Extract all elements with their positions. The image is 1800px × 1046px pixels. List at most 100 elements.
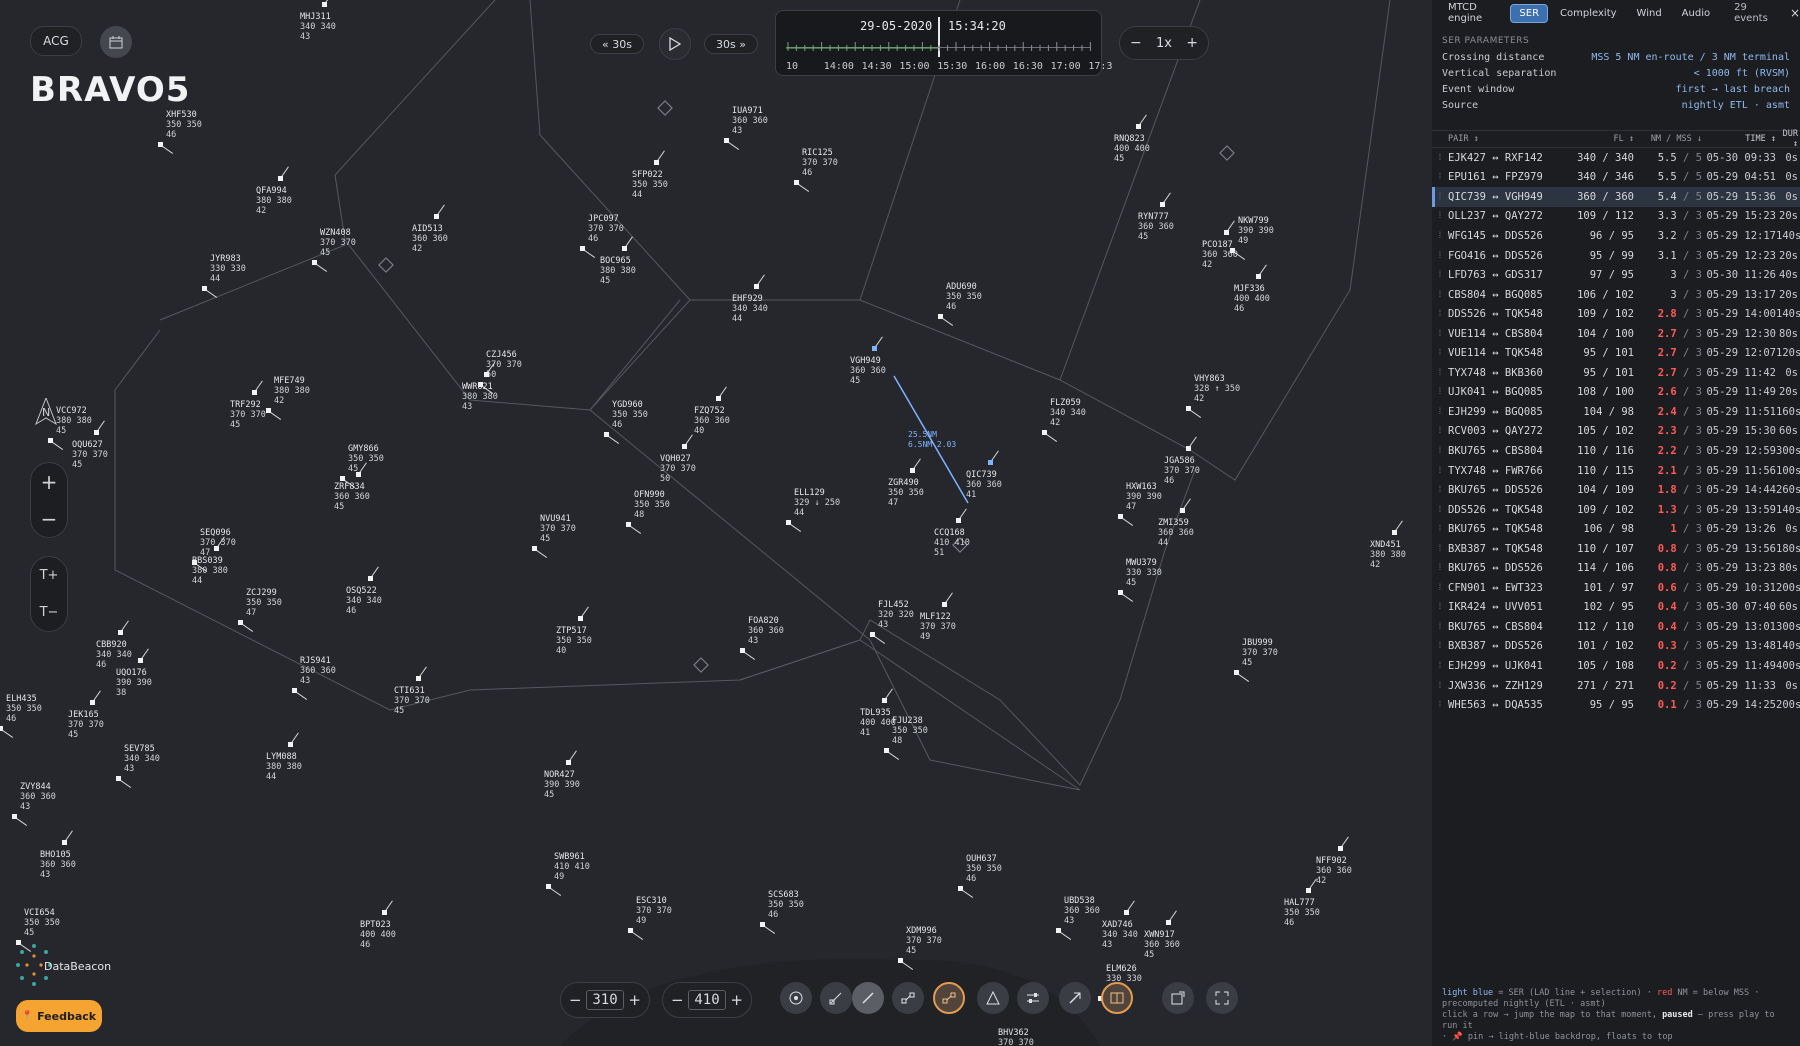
aircraft-label[interactable]: ADU690 350 350 46	[938, 282, 982, 326]
aircraft-label[interactable]: ZRF834 360 360 45	[334, 462, 370, 512]
aircraft-position-marker[interactable]	[292, 688, 297, 693]
aircraft-position-marker[interactable]	[870, 632, 875, 637]
table-row[interactable]: ⁞ FGO416 ↔ DDS526 95 / 99 3.1 / 3 05-29 12:2…	[1432, 246, 1800, 266]
pin-icon[interactable]: ⁞	[1432, 407, 1448, 417]
link-tool[interactable]	[892, 982, 924, 1014]
pin-icon[interactable]: ⁞	[1432, 368, 1448, 378]
aircraft-position-marker[interactable]	[958, 886, 963, 891]
table-row[interactable]: ⁞ EJH299 ↔ BGQ085 104 / 98 2.4 / 3 05-29 11:…	[1432, 402, 1800, 422]
aircraft-label[interactable]: IUA971 360 360 43	[724, 106, 768, 150]
aircraft-label[interactable]: CBB920 340 340 46	[96, 620, 132, 670]
speed-minus-button[interactable]: −	[1130, 35, 1142, 51]
aircraft-position-marker[interactable]	[740, 648, 745, 653]
aircraft-position-marker[interactable]	[1234, 670, 1239, 675]
aircraft-label[interactable]: BHV362 370 370	[998, 1028, 1034, 1046]
aircraft-position-marker[interactable]	[322, 2, 327, 7]
aircraft-label[interactable]: ELL129 329 ↓ 250 44	[786, 488, 840, 532]
aircraft-position-marker[interactable]	[760, 922, 765, 927]
aircraft-position-marker[interactable]	[238, 620, 243, 625]
fullscreen-tool[interactable]	[1206, 982, 1238, 1014]
aircraft-label[interactable]: FJU238 350 350 48	[884, 716, 928, 760]
aircraft-label[interactable]: MWU379 330 330 45	[1118, 558, 1162, 602]
pin-icon[interactable]: ⁞	[1432, 524, 1448, 534]
aircraft-label[interactable]: OSQ522 340 340 46	[346, 566, 382, 616]
aircraft-position-marker[interactable]	[626, 522, 631, 527]
table-row[interactable]: ⁞ LFD763 ↔ GDS317 97 / 95 3 / 3 05-30 11:26 4…	[1432, 265, 1800, 285]
aircraft-label[interactable]: NOR427 390 390 45	[544, 750, 580, 800]
aircraft-position-marker[interactable]	[546, 884, 551, 889]
vector-tool[interactable]	[1059, 982, 1091, 1014]
measure-tool[interactable]	[852, 982, 884, 1014]
aircraft-position-marker[interactable]	[1306, 888, 1311, 893]
table-row[interactable]: ⁞ EJK427 ↔ RXF142 340 / 340 5.5 / 5 05-30 09…	[1432, 148, 1800, 168]
filter-tool[interactable]	[1017, 982, 1049, 1014]
pin-icon[interactable]: ⁞	[1432, 172, 1448, 182]
pin-icon[interactable]: ⁞	[1432, 309, 1448, 319]
col-pair[interactable]: PAIR ↕	[1448, 134, 1566, 144]
pair-tool[interactable]	[933, 982, 965, 1014]
aircraft-position-marker[interactable]	[1136, 124, 1141, 129]
aircraft-label[interactable]: JEK165 370 370 45	[68, 690, 104, 740]
text-smaller-button[interactable]: T−	[40, 605, 59, 620]
aircraft-position-marker[interactable]	[94, 430, 99, 435]
aircraft-label[interactable]: XAD746 340 340 43	[1102, 900, 1138, 950]
table-row[interactable]: ⁞ EPU161 ↔ FPZ979 340 / 346 5.5 / 5 05-29 04…	[1432, 168, 1800, 188]
aircraft-position-marker[interactable]	[434, 214, 439, 219]
table-row[interactable]: ⁞ BKU765 ↔ CBS804 110 / 116 2.2 / 3 05-29 12…	[1432, 441, 1800, 461]
aircraft-label[interactable]: BPT023 400 400 46	[360, 900, 396, 950]
aircraft-label[interactable]: HXW163 390 390 47	[1118, 482, 1162, 526]
aircraft-position-marker[interactable]	[580, 246, 585, 251]
table-row[interactable]: ⁞ IKR424 ↔ UVV051 102 / 95 0.4 / 3 05-30 07:…	[1432, 598, 1800, 618]
aircraft-position-marker[interactable]	[882, 698, 887, 703]
aircraft-label[interactable]: TRF292 370 370 45	[230, 380, 266, 430]
aircraft-label[interactable]: EHF929 340 340 44	[732, 274, 768, 324]
aircraft-label[interactable]: NVU941 370 370 45	[532, 514, 576, 558]
pin-icon[interactable]: ⁞	[1432, 446, 1448, 456]
aircraft-label[interactable]: FOA820 360 360 43	[740, 616, 784, 660]
rewind-button[interactable]: « 30s	[590, 34, 644, 54]
aircraft-position-marker[interactable]	[266, 408, 271, 413]
play-button[interactable]	[659, 28, 691, 60]
pin-icon[interactable]: ⁞	[1432, 270, 1448, 280]
table-row[interactable]: ⁞ VUE114 ↔ CBS804 104 / 100 2.7 / 3 05-29 12…	[1432, 324, 1800, 344]
aircraft-position-marker[interactable]	[682, 444, 687, 449]
aircraft-position-marker[interactable]	[1118, 514, 1123, 519]
table-row[interactable]: ⁞ CBS804 ↔ BGQ085 106 / 102 3 / 3 05-29 13:1…	[1432, 285, 1800, 305]
table-row[interactable]: ⁞ UJK041 ↔ BGQ085 108 / 100 2.6 / 3 05-29 11…	[1432, 383, 1800, 403]
pin-icon[interactable]: ⁞	[1432, 153, 1448, 163]
aircraft-label[interactable]: UQO176 390 390 38	[116, 648, 152, 698]
table-row[interactable]: ⁞ WFG145 ↔ DDS526 96 / 95 3.2 / 3 05-29 12:1…	[1432, 226, 1800, 246]
aircraft-position-marker[interactable]	[622, 246, 627, 251]
aircraft-position-marker[interactable]	[138, 658, 143, 663]
table-row[interactable]: ⁞ BKU765 ↔ CBS804 112 / 110 0.4 / 3 05-29 13…	[1432, 617, 1800, 637]
aircraft-position-marker[interactable]	[988, 460, 993, 465]
tab-mtcd-engine[interactable]: MTCD engine	[1440, 0, 1506, 27]
aircraft-position-marker[interactable]	[118, 630, 123, 635]
table-row[interactable]: ⁞ RCV003 ↔ QAY272 105 / 102 2.3 / 3 05-29 15…	[1432, 422, 1800, 442]
table-row[interactable]: ⁞ BXB387 ↔ TQK548 110 / 107 0.8 / 3 05-29 13…	[1432, 539, 1800, 559]
aircraft-label[interactable]: JBU999 370 370 45	[1234, 638, 1278, 682]
aircraft-label[interactable]: XHF530 350 350 46	[158, 110, 202, 154]
aircraft-position-marker[interactable]	[1224, 230, 1229, 235]
acg-button[interactable]: ACG	[30, 26, 82, 56]
aircraft-position-marker[interactable]	[382, 910, 387, 915]
aircraft-label[interactable]: JPC097 370 370 46	[580, 214, 624, 258]
aircraft-position-marker[interactable]	[278, 176, 283, 181]
aircraft-label[interactable]: MHJ311 340 340 43	[300, 0, 336, 42]
table-row[interactable]: ⁞ WHE563 ↔ DQA535 95 / 95 0.1 / 3 05-29 14:2…	[1432, 695, 1800, 715]
aircraft-label[interactable]: PCO187 360 360 42	[1202, 220, 1238, 270]
aircraft-position-marker[interactable]	[312, 260, 317, 265]
aircraft-position-marker[interactable]	[1186, 446, 1191, 451]
aircraft-label[interactable]: YGD960 350 350 46	[604, 400, 648, 444]
aircraft-position-marker[interactable]	[1118, 590, 1123, 595]
pin-icon[interactable]: ⁞	[1432, 622, 1448, 632]
aircraft-position-marker[interactable]	[368, 576, 373, 581]
aircraft-position-marker[interactable]	[356, 472, 361, 477]
aircraft-position-marker[interactable]	[484, 372, 489, 377]
aircraft-label[interactable]: MLF122 370 370 49	[920, 592, 956, 642]
aircraft-label[interactable]: SWB961 410 410 49	[546, 852, 590, 896]
aircraft-position-marker[interactable]	[716, 396, 721, 401]
aircraft-position-marker[interactable]	[416, 676, 421, 681]
aircraft-position-marker[interactable]	[942, 602, 947, 607]
aircraft-label[interactable]: ESC310 370 370 49	[628, 896, 672, 940]
